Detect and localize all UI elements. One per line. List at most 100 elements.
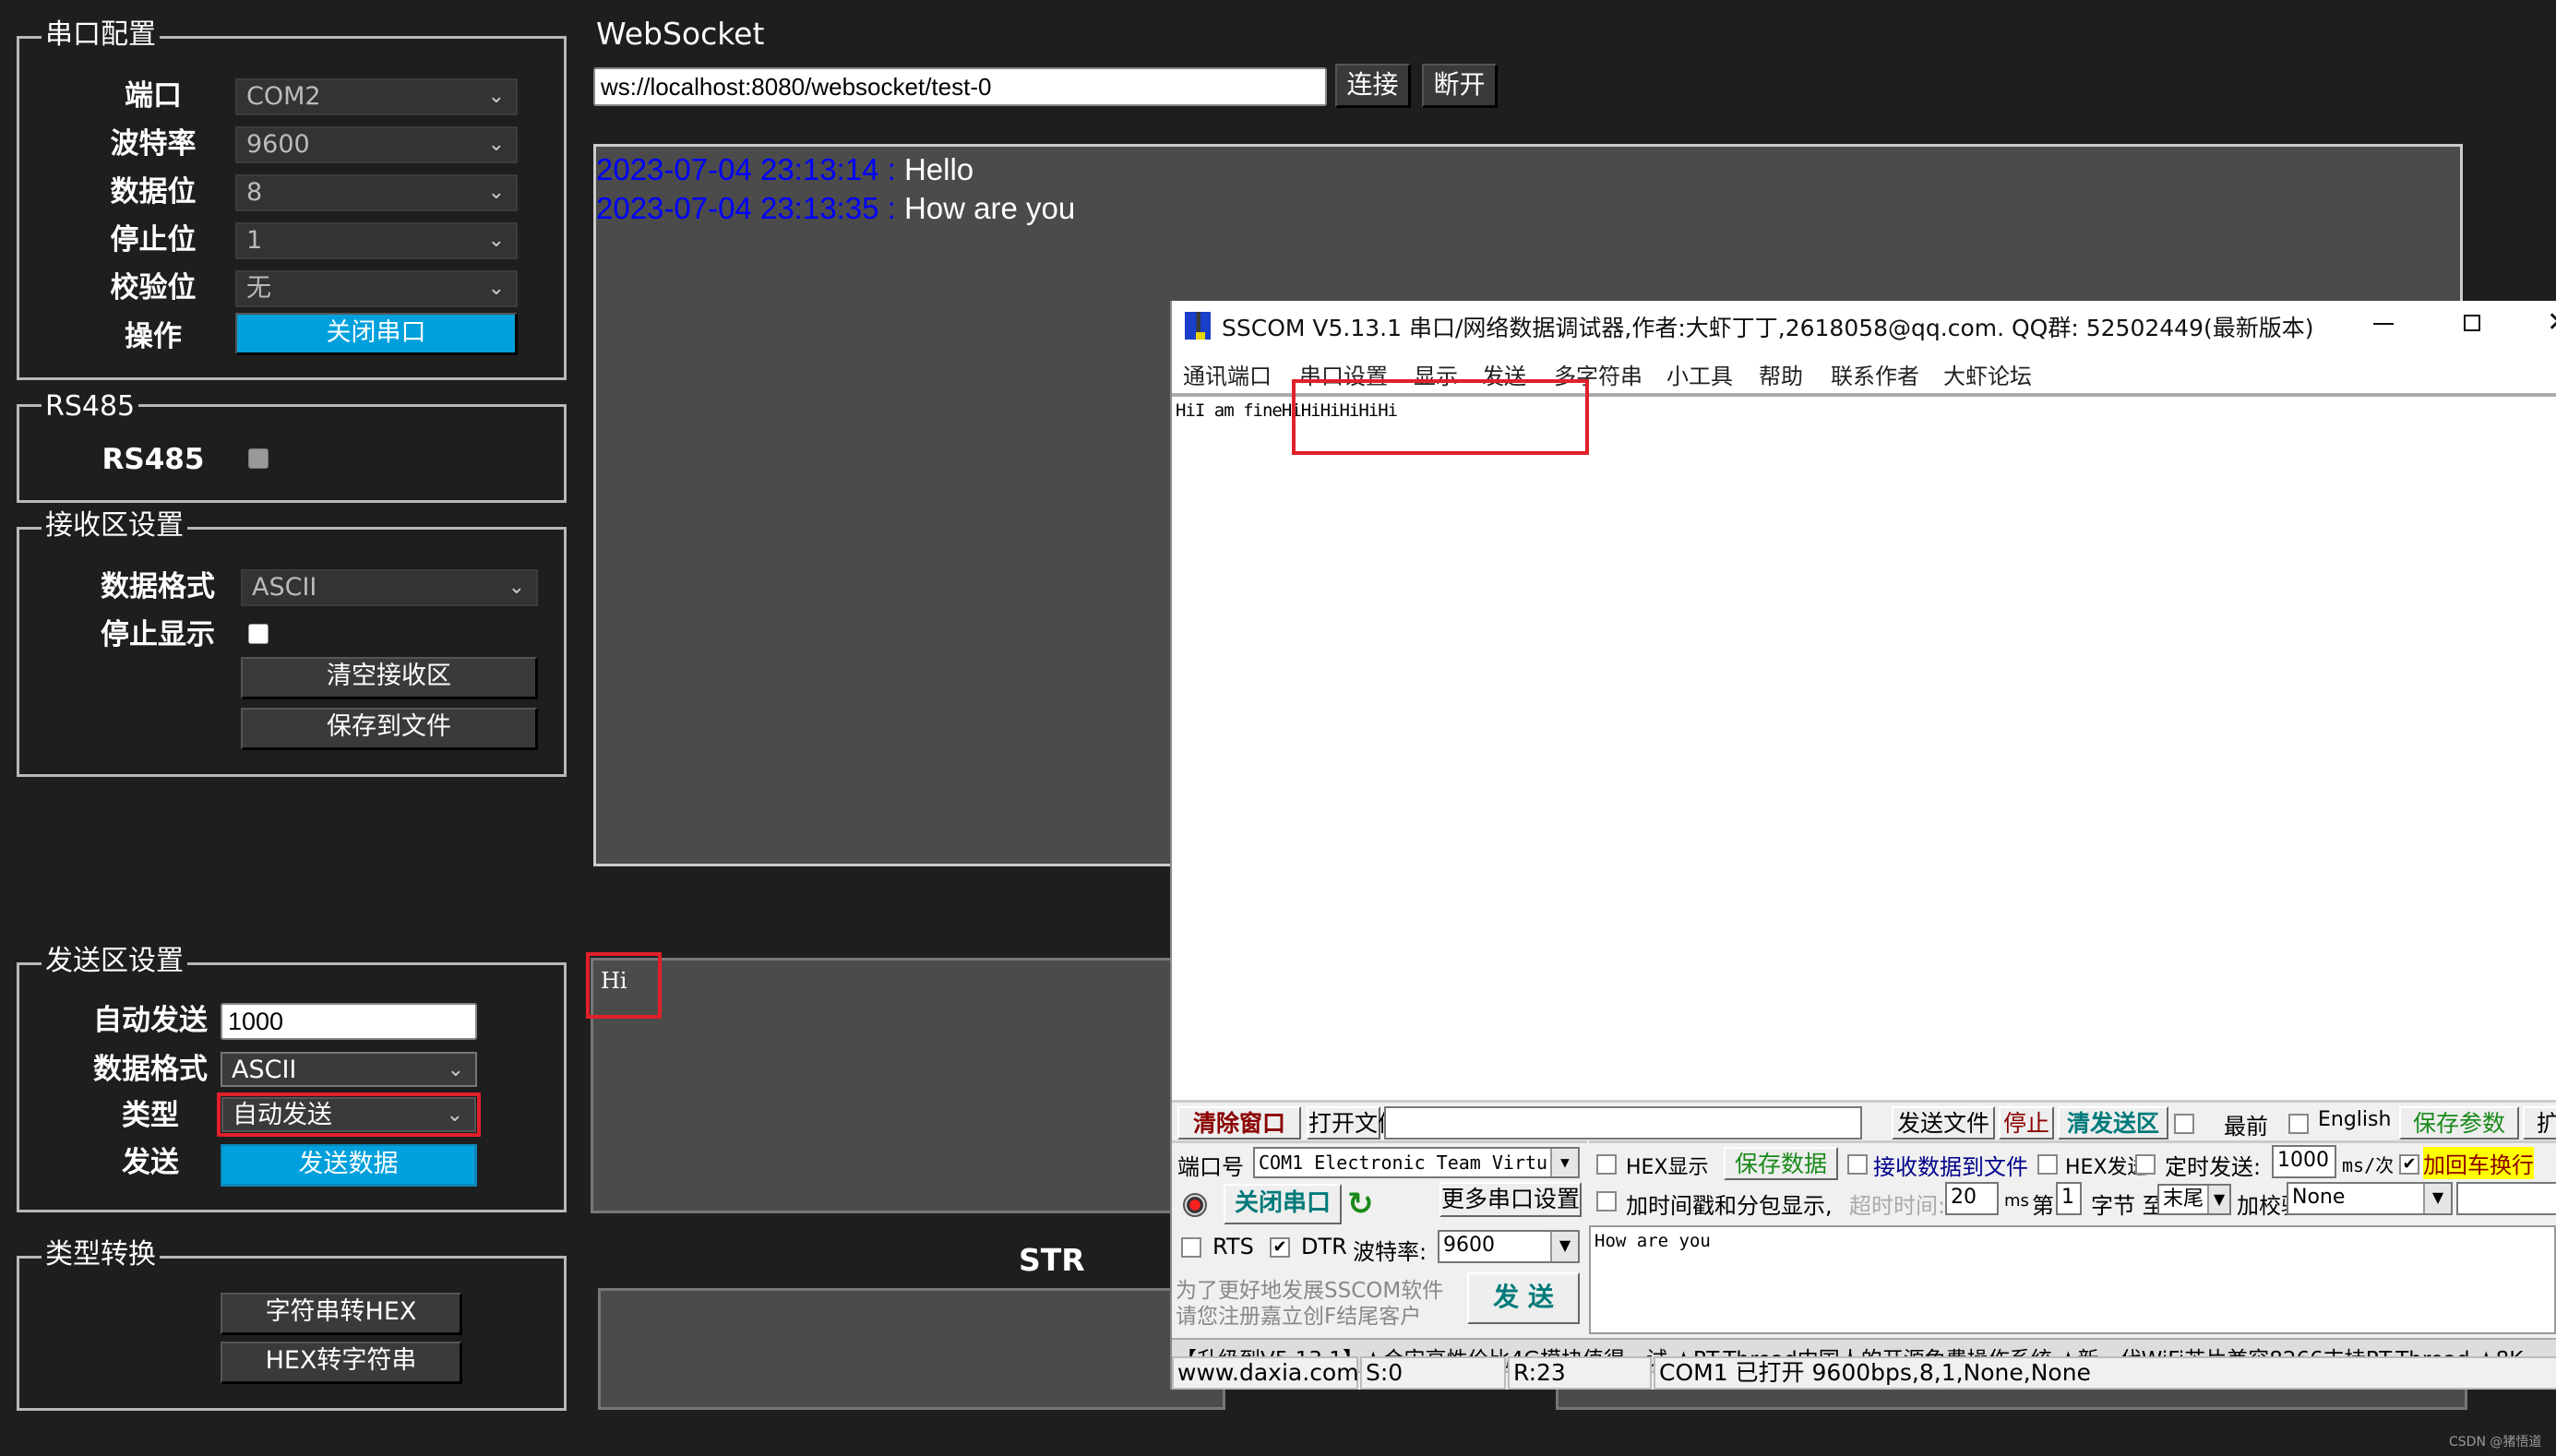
send-label: 发送	[122, 1146, 179, 1179]
send-format-value: ASCII	[232, 1056, 297, 1084]
minimize-icon[interactable]	[2373, 323, 2394, 325]
sscom-statusbar: www.daxia.com S:0 R:23 COM1 已打开 9600bps,…	[1172, 1356, 2556, 1390]
file-path-input[interactable]	[1384, 1106, 1862, 1140]
recv-to-file-checkbox[interactable]	[1847, 1154, 1868, 1175]
timed-send-label: 定时发送:	[2165, 1154, 2262, 1180]
disconnect-button[interactable]: 断开	[1422, 64, 1498, 108]
save-data-button[interactable]: 保存数据	[1724, 1147, 1838, 1180]
auto-send-interval-input[interactable]	[221, 1003, 477, 1040]
send-type-label: 类型	[122, 1099, 179, 1132]
timeout-ms-label: ms	[2004, 1191, 2029, 1211]
convert-output-area[interactable]	[598, 1288, 1225, 1410]
str-to-hex-button[interactable]: 字符串转HEX	[221, 1293, 462, 1335]
status-received-count: R:23	[1508, 1356, 1652, 1390]
rs485-label: RS485	[102, 443, 205, 476]
websocket-send-textarea[interactable]: Hi	[591, 958, 1218, 1213]
receive-settings-group: 接收区设置 数据格式 ASCII ⌄ 停止显示 清空接收区 保存到文件	[17, 506, 567, 777]
clear-send-button[interactable]: 清发送区	[2058, 1106, 2168, 1140]
chevron-down-icon: ⌄	[487, 133, 505, 156]
menu-help[interactable]: 帮助	[1759, 358, 1803, 390]
sscom-send-button[interactable]: 发 送	[1467, 1272, 1580, 1324]
refresh-icon[interactable]: ↻	[1347, 1186, 1374, 1223]
byte-to-select[interactable]: 末尾 ▼	[2157, 1184, 2231, 1215]
hex-send-checkbox[interactable]	[2037, 1154, 2058, 1175]
hex-to-str-button[interactable]: HEX转字符串	[221, 1342, 462, 1384]
send-type-select[interactable]: 自动发送 ⌄	[221, 1097, 476, 1132]
parity-select[interactable]: 无 ⌄	[235, 270, 518, 307]
sscom-receive-area[interactable]: HiI am fineHiHiHiHiHiHi	[1172, 397, 2556, 1100]
byte-from-input[interactable]: 1	[2056, 1182, 2082, 1215]
sscom-close-port-button[interactable]: 关闭串口	[1224, 1184, 1342, 1224]
timed-send-checkbox[interactable]	[2135, 1154, 2156, 1175]
send-settings-legend: 发送区设置	[42, 941, 187, 982]
chevron-down-icon: ⌄	[487, 229, 505, 252]
dtr-checkbox[interactable]: ✔	[1270, 1237, 1290, 1258]
receive-format-select[interactable]: ASCII ⌄	[241, 569, 538, 606]
close-serial-button[interactable]: 关闭串口	[235, 313, 518, 355]
baud-rate-select[interactable]: 9600 ▼	[1438, 1230, 1580, 1263]
send-type-value: 自动发送	[233, 1101, 332, 1129]
dropdown-arrow-icon: ▼	[1550, 1149, 1578, 1176]
stopbits-value: 1	[246, 226, 263, 255]
clear-window-button[interactable]: 清除窗口	[1177, 1106, 1301, 1140]
checksum-extra-input[interactable]	[2456, 1182, 2556, 1215]
dtr-label: DTR	[1301, 1234, 1347, 1259]
english-checkbox[interactable]	[2288, 1114, 2309, 1134]
chevron-down-icon: ⌄	[487, 181, 505, 204]
websocket-title: WebSocket	[596, 16, 765, 52]
rts-checkbox[interactable]	[1181, 1237, 1201, 1258]
sscom-send-textarea[interactable]: How are you	[1589, 1225, 2556, 1334]
byte-from-label: 第	[2032, 1193, 2054, 1219]
more-serial-settings-button[interactable]: 更多串口设置	[1439, 1182, 1582, 1217]
baud-select[interactable]: 9600 ⌄	[235, 126, 518, 163]
dropdown-arrow-icon: ▼	[1550, 1232, 1578, 1261]
chevron-down-icon: ⌄	[446, 1104, 463, 1127]
port-number-select[interactable]: COM1 Electronic Team Virtu ▼	[1253, 1147, 1580, 1178]
timed-send-interval-input[interactable]: 1000	[2272, 1145, 2336, 1178]
port-select[interactable]: COM2 ⌄	[235, 78, 518, 115]
chevron-down-icon: ⌄	[447, 1058, 464, 1081]
expand-button[interactable]: 扩展	[2523, 1106, 2556, 1140]
topmost-label: 最前	[2224, 1114, 2268, 1140]
chevron-down-icon: ⌄	[487, 85, 505, 108]
timeout-input[interactable]: 20	[1945, 1182, 1999, 1215]
auto-send-label: 自动发送	[93, 1004, 208, 1037]
sscom-toolbar-row1: 清除窗口 打开文件 发送文件 停止 清发送区 最前 English 保存参数 扩…	[1172, 1100, 2556, 1140]
timestamp-checkbox[interactable]	[1596, 1191, 1617, 1211]
clear-receive-button[interactable]: 清空接收区	[241, 657, 538, 699]
websocket-url-input[interactable]	[593, 67, 1327, 106]
sscom-titlebar: SSCOM V5.13.1 串口/网络数据调试器,作者:大虾丁丁,2618058…	[1172, 301, 2556, 352]
send-file-button[interactable]: 发送文件	[1892, 1106, 1995, 1140]
add-crlf-checkbox[interactable]: ✔	[2399, 1154, 2419, 1175]
close-icon[interactable]: ✕	[2547, 306, 2556, 339]
stopbits-select[interactable]: 1 ⌄	[235, 222, 518, 259]
timestamp-label: 加时间戳和分包显示,	[1626, 1193, 1833, 1219]
sscom-port-panel: 端口号 COM1 Electronic Team Virtu ▼ 关闭串口 ↻ 更…	[1172, 1140, 1587, 1337]
hex-display-checkbox[interactable]	[1596, 1154, 1617, 1175]
stop-button[interactable]: 停止	[1999, 1106, 2054, 1140]
menu-comm-port[interactable]: 通讯端口	[1183, 358, 1272, 390]
send-settings-group: 发送区设置 自动发送 数据格式 ASCII ⌄ 类型 自动发送 ⌄ 发送 发送数据	[17, 941, 567, 1212]
port-label: 端口	[125, 79, 182, 113]
topmost-checkbox[interactable]	[2174, 1114, 2194, 1134]
save-to-file-button[interactable]: 保存到文件	[241, 708, 538, 750]
menu-forum[interactable]: 大虾论坛	[1943, 358, 2032, 390]
menu-tools[interactable]: 小工具	[1666, 358, 1733, 390]
promo-line-2: 请您注册嘉立创F结尾客户	[1176, 1305, 1422, 1329]
open-file-button[interactable]: 打开文件	[1307, 1106, 1401, 1140]
databits-select[interactable]: 8 ⌄	[235, 174, 518, 211]
hex-display-label: HEX显示	[1626, 1156, 1709, 1179]
status-sent-count: S:0	[1360, 1356, 1506, 1390]
menu-contact-author[interactable]: 联系作者	[1831, 358, 1919, 390]
checksum-select[interactable]: None ▼	[2287, 1182, 2453, 1215]
send-format-select[interactable]: ASCII ⌄	[221, 1052, 477, 1087]
maximize-icon[interactable]	[2464, 315, 2480, 331]
save-params-button[interactable]: 保存参数	[2399, 1106, 2519, 1140]
connect-button[interactable]: 连接	[1335, 64, 1411, 108]
stop-display-checkbox[interactable]	[248, 624, 269, 644]
send-data-button[interactable]: 发送数据	[221, 1144, 477, 1187]
rs485-group: RS485 RS485	[17, 387, 567, 503]
sscom-app-icon	[1185, 312, 1211, 340]
rs485-checkbox[interactable]	[248, 448, 269, 469]
message-text: How are you	[903, 191, 1076, 225]
